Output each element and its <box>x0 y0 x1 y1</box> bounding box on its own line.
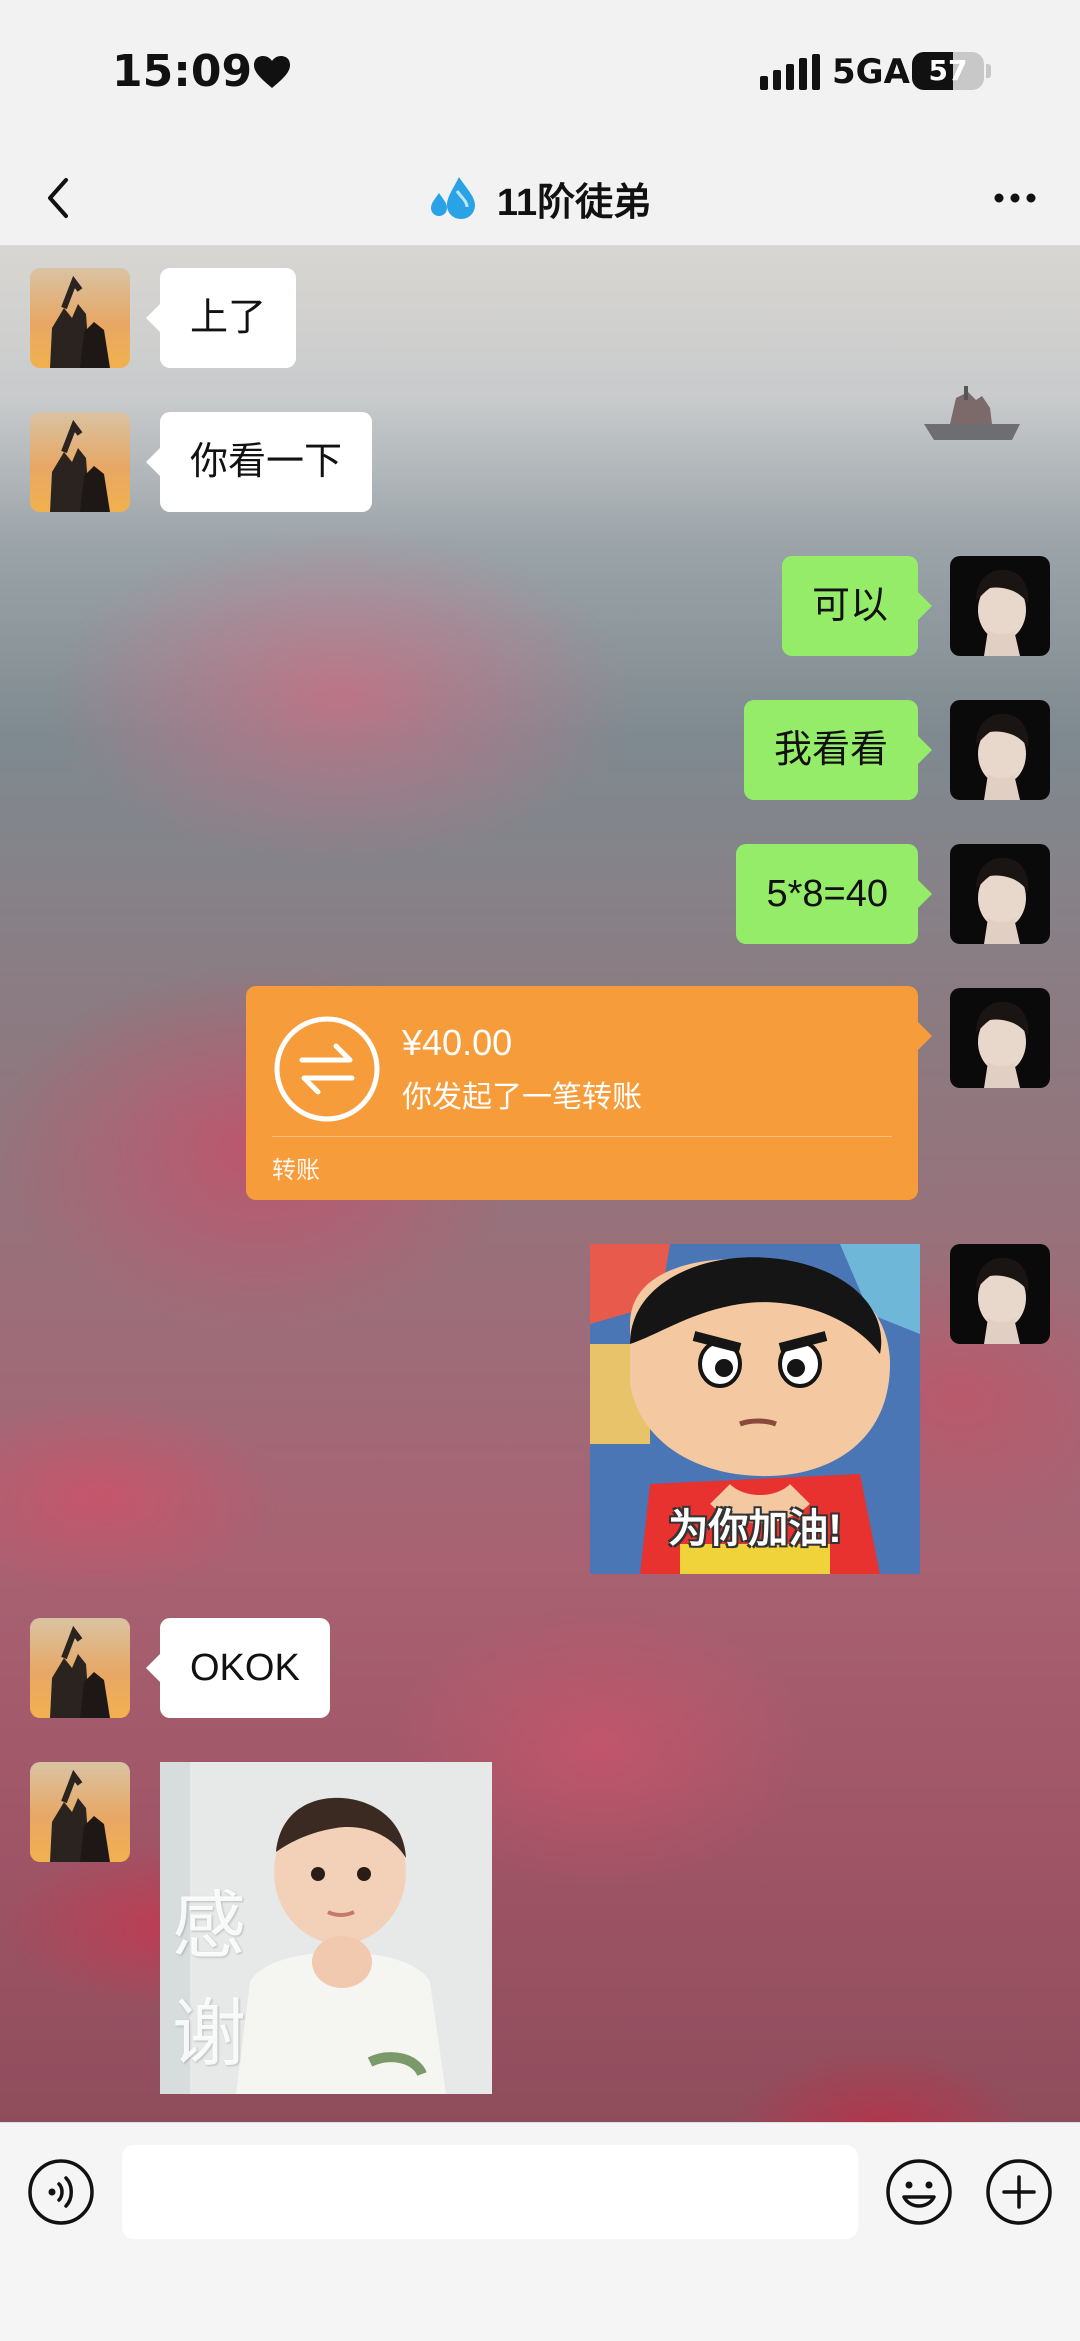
message-input[interactable] <box>122 2145 858 2239</box>
boat-decoration <box>924 386 1020 440</box>
more-options-button[interactable] <box>985 168 1045 228</box>
status-time: 15:09 <box>112 46 253 97</box>
my-avatar[interactable] <box>950 700 1050 800</box>
back-button[interactable] <box>30 168 90 228</box>
transfer-amount: ¥40.00 <box>402 1022 513 1063</box>
transfer-label: 转账 <box>272 1157 320 1184</box>
message-bubble-incoming[interactable]: OKOK <box>146 1618 330 1718</box>
network-type: 5GA <box>832 52 910 92</box>
sticker-caption: 谢 <box>172 1991 246 2077</box>
message-bubble-outgoing[interactable]: 我看看 <box>743 700 933 800</box>
status-bar: 15:09 5GA 57 <box>0 0 1080 150</box>
emoji-button[interactable] <box>884 2157 954 2227</box>
chat-header: 11阶徒弟 <box>0 150 1080 246</box>
contact-avatar[interactable] <box>30 1618 130 1718</box>
signal-icon <box>760 54 820 90</box>
transfer-card[interactable]: ¥40.00 你发起了一笔转账 转账 <box>246 986 932 1200</box>
voice-input-button[interactable] <box>26 2157 96 2227</box>
my-avatar[interactable] <box>950 556 1050 656</box>
contact-avatar[interactable] <box>30 1762 130 1862</box>
heart-icon <box>254 56 290 88</box>
sticker-caption: 为你加油! <box>668 1507 842 1551</box>
my-avatar[interactable] <box>950 844 1050 944</box>
message-bubble-outgoing[interactable]: 可以 <box>781 556 933 656</box>
more-functions-button[interactable] <box>984 2157 1054 2227</box>
sweat-droplets-icon <box>430 177 475 219</box>
transfer-divider <box>272 1136 892 1137</box>
chat-title: 11阶徒弟 <box>496 181 652 224</box>
transfer-description: 你发起了一笔转账 <box>402 1081 642 1114</box>
battery-level: 57 <box>928 54 968 87</box>
message-bubble-incoming[interactable]: 你看一下 <box>145 412 373 512</box>
my-avatar[interactable] <box>950 988 1050 1088</box>
sticker-caption: 感 <box>172 1883 246 1969</box>
battery-icon: 57 <box>912 52 984 90</box>
chat-title-group: 11阶徒弟 <box>0 150 1080 246</box>
my-avatar[interactable] <box>950 1244 1050 1344</box>
input-bar <box>0 2122 1080 2341</box>
contact-avatar[interactable] <box>30 268 130 368</box>
sticker-message[interactable]: 为你加油! <box>590 1244 920 1574</box>
transfer-icon <box>274 1016 380 1122</box>
sticker-message[interactable]: 感 谢 <box>160 1762 492 2094</box>
battery-cap <box>986 64 991 78</box>
message-bubble-outgoing[interactable]: 5*8=40 <box>736 844 932 944</box>
message-bubble-incoming[interactable]: 上了 <box>145 268 297 368</box>
contact-avatar[interactable] <box>30 412 130 512</box>
